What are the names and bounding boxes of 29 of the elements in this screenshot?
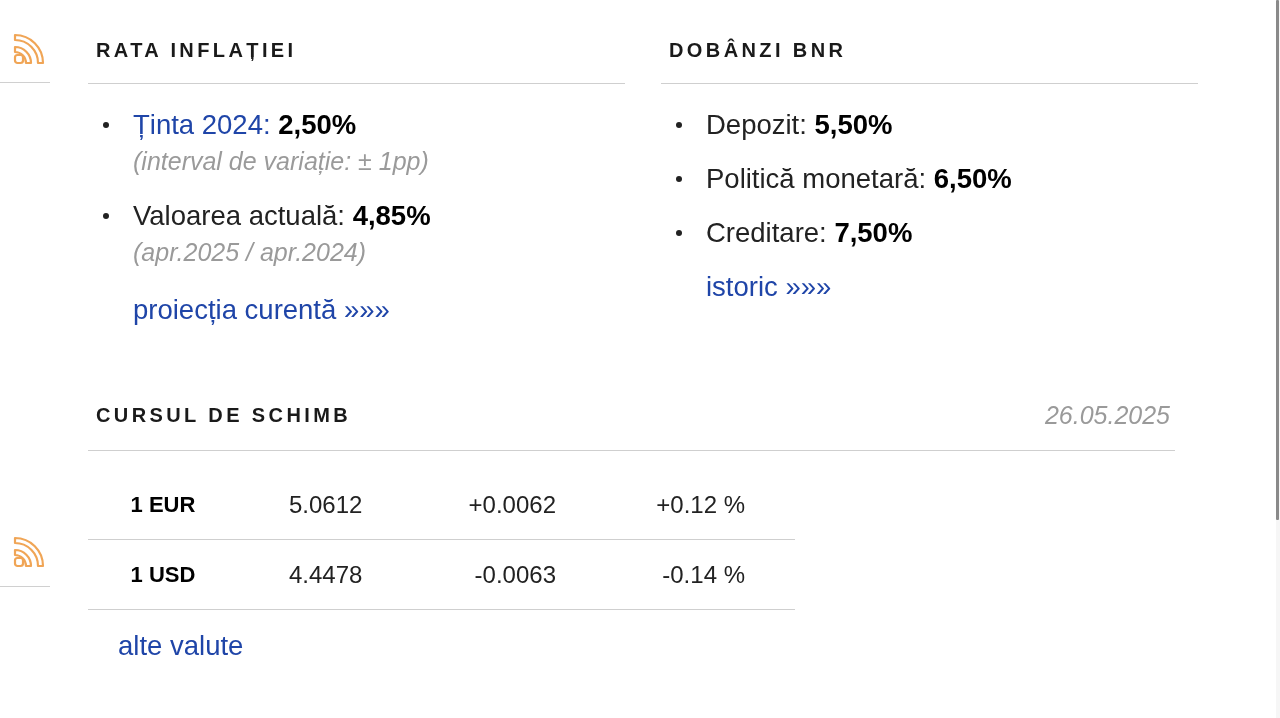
bullet-icon <box>676 230 682 236</box>
change-percent-cell: -0.14 % <box>662 560 745 589</box>
target-value: 2,50% <box>278 109 357 140</box>
target-link[interactable]: Ținta 2024: <box>133 109 271 140</box>
section-title: CURSUL DE SCHIMB <box>96 403 352 428</box>
rate-date: 26.05.2025 <box>1044 400 1170 430</box>
interest-rate-text: Creditare: 7,50% <box>706 217 913 248</box>
bullet-icon <box>103 122 109 128</box>
bullet-icon <box>103 213 109 219</box>
currency-cell: 1 EUR <box>130 491 196 518</box>
bullet-icon <box>676 176 682 182</box>
interest-rate-text: Depozit: 5,50% <box>706 109 893 140</box>
interest-rate-text: Politică monetară: 6,50% <box>706 163 1012 194</box>
rate-cell: 5.0612 <box>289 490 363 519</box>
section-title: RATA INFLAȚIEI <box>96 38 297 63</box>
change-cell: +0.0062 <box>468 490 556 519</box>
projection-link[interactable]: proiecția curentă »»» <box>133 294 390 326</box>
inflation-value-text: Valoarea actuală: 4,85% <box>133 200 431 231</box>
other-currencies-link[interactable]: alte valute <box>118 630 244 662</box>
item-note: (interval de variație: ± 1pp) <box>133 146 429 177</box>
currency-cell: 1 USD <box>130 561 196 588</box>
bullet-icon <box>676 122 682 128</box>
scrollbar-thumb[interactable] <box>1276 0 1279 520</box>
change-cell: -0.0063 <box>474 560 556 589</box>
history-link[interactable]: istoric »»» <box>706 271 832 303</box>
change-percent-cell: +0.12 % <box>656 490 745 519</box>
rate-cell: 4.4478 <box>289 560 363 589</box>
section-title: DOBÂNZI BNR <box>669 37 847 63</box>
item-note: (apr.2025 / apr.2024) <box>133 237 368 268</box>
